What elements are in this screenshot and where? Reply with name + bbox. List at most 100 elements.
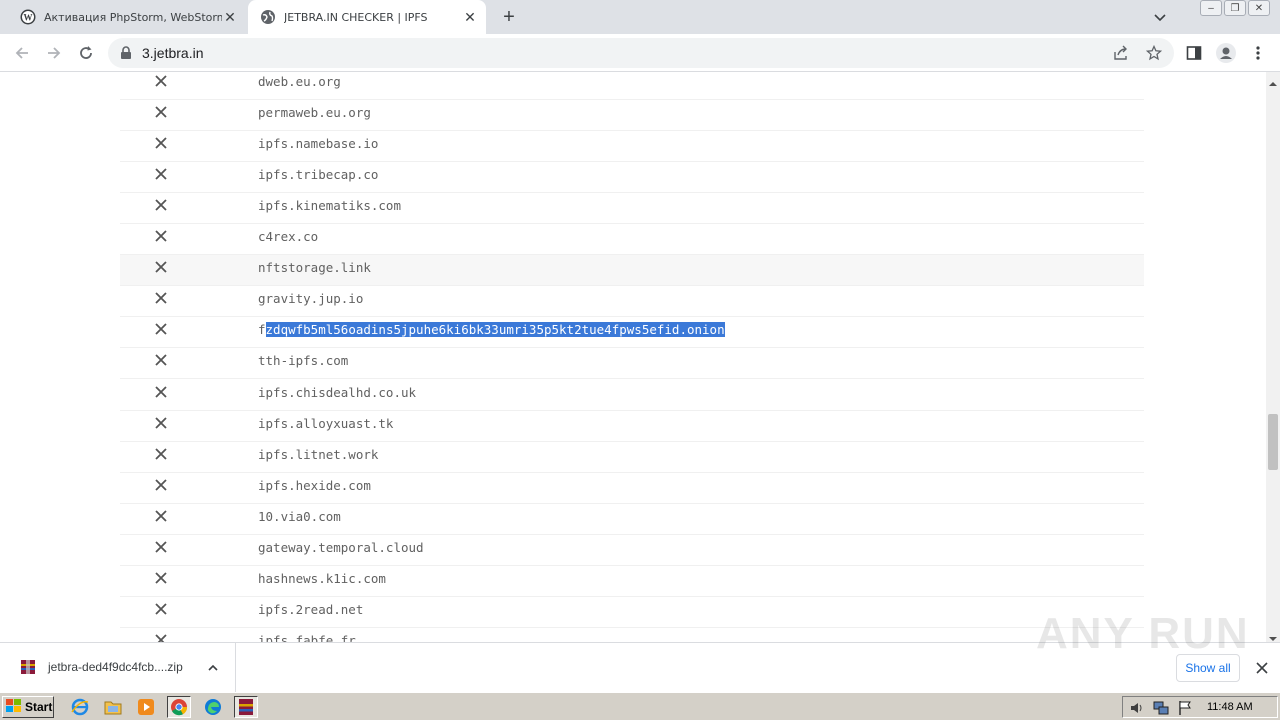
download-bar: ANY RUN jetbra-ded4f9dc4fcb....zip Show … [0,609,1280,693]
download-item[interactable]: jetbra-ded4f9dc4fcb....zip [0,643,236,693]
scroll-up-arrow-icon[interactable] [1269,75,1277,86]
host-name: 10.via0.com [258,508,341,524]
fail-x-icon [154,353,168,367]
chrome-icon[interactable] [167,696,191,718]
host-row: permaweb.eu.org [120,100,1144,132]
start-button[interactable]: Start [2,696,54,718]
forward-arrow-icon[interactable] [44,43,64,63]
host-row: ipfs.kinematiks.com [120,193,1144,225]
close-icon[interactable]: ✕ [222,9,238,25]
host-name: tth-ipfs.com [258,353,349,369]
internet-explorer-icon[interactable] [68,696,92,718]
host-name: gravity.jup.io [258,291,364,307]
page-content: dweb.eu.org permaweb.eu.org ipfs.namebase.… [0,72,1266,642]
tab-strip: W Активация PhpStorm, WebStorm, Intel ✕ … [0,0,1280,34]
url-text[interactable]: 3.jetbra.in [142,45,203,61]
host-row: ipfs.hexide.com [120,473,1144,504]
host-row: ipfs.chisdealhd.co.uk [120,380,1144,411]
fail-x-icon [154,571,168,585]
fail-x-icon [154,509,168,523]
host-name: nftstorage.link [258,260,371,276]
side-panel-icon[interactable] [1184,43,1204,63]
host-name: ipfs.fabfe.fr [258,632,356,642]
share-icon[interactable] [1113,45,1129,61]
action-center-flag-icon[interactable] [1177,700,1193,716]
volume-icon[interactable] [1129,700,1145,716]
winrar-icon[interactable] [234,696,258,718]
host-name: hashnews.k1ic.com [258,570,386,586]
host-row: nftstorage.link [120,255,1144,287]
close-icon[interactable]: ✕ [462,9,478,25]
tab-activation[interactable]: W Активация PhpStorm, WebStorm, Intel ✕ [8,0,246,34]
file-explorer-icon[interactable] [101,696,125,718]
start-label: Start [25,700,53,714]
bookmark-star-icon[interactable] [1145,44,1163,61]
show-all-button[interactable]: Show all [1176,654,1240,682]
windows-logo-icon [6,698,22,716]
fail-x-icon [154,416,168,430]
minimize-button[interactable]: – [1200,0,1222,16]
fail-x-icon [154,167,168,181]
network-icon[interactable] [1153,700,1169,716]
host-name: ipfs.hexide.com [258,477,371,493]
tab-jetbra-checker[interactable]: JETBRA.IN CHECKER | IPFS ✕ [248,0,486,34]
host-row: ipfs.fabfe.fr [120,628,1144,642]
fail-x-icon [154,322,168,336]
media-player-icon[interactable] [134,696,158,718]
close-download-bar-icon[interactable] [1254,660,1270,676]
clock: 11:48 AM [1207,701,1253,713]
vertical-scrollbar[interactable] [1266,72,1280,642]
host-name: c4rex.co [258,229,319,245]
windows-taskbar: Start 11:48 AM [0,692,1280,720]
host-name: ipfs.namebase.io [258,136,379,152]
host-name: ipfs.kinematiks.com [258,198,401,214]
host-row: ipfs.alloyxuast.tk [120,411,1144,442]
host-name-selected: fzdqwfb5ml56oadins5jpuhe6ki6bk33umri35p5… [258,322,725,338]
more-menu-icon[interactable] [1248,43,1268,63]
fail-x-icon [154,291,168,305]
host-row: gateway.temporal.cloud [120,535,1144,566]
restore-button[interactable]: ❐ [1224,0,1246,16]
system-tray: 11:48 AM [1122,696,1278,718]
host-row: ipfs.tribecap.co [120,162,1144,194]
globe-icon [260,9,276,25]
host-name-prefix: f [258,322,266,338]
scrollbar-thumb[interactable] [1268,414,1278,470]
wordpress-icon: W [20,9,36,25]
tab-title: JETBRA.IN CHECKER | IPFS [284,10,428,24]
watermark-logo: ANY RUN [1036,609,1250,658]
profile-avatar-icon[interactable] [1216,43,1236,63]
fail-x-icon [154,478,168,492]
fail-x-icon [154,229,168,243]
host-row: 10.via0.com [120,504,1144,535]
host-name: ipfs.alloyxuast.tk [258,415,394,431]
fail-x-icon [154,136,168,150]
scroll-down-arrow-icon[interactable] [1269,630,1277,641]
fail-x-icon [154,633,168,642]
host-row: hashnews.k1ic.com [120,566,1144,597]
new-tab-button[interactable]: + [498,7,520,27]
edge-icon[interactable] [201,696,225,718]
download-file-name: jetbra-ded4f9dc4fcb....zip [48,660,183,674]
browser-toolbar: 3.jetbra.in [0,34,1280,72]
host-row: tth-ipfs.com [120,348,1144,380]
window-close-button[interactable]: ✕ [1248,0,1270,16]
fail-x-icon [154,105,168,119]
host-name: dweb.eu.org [258,74,341,89]
host-row: dweb.eu.org [120,72,1144,100]
chevron-up-icon[interactable] [206,661,220,675]
winrar-archive-icon [20,659,36,675]
host-name: gateway.temporal.cloud [258,539,424,555]
host-name: ipfs.litnet.work [258,446,379,462]
fail-x-icon [154,74,168,88]
fail-x-icon [154,447,168,461]
text-selection: zdqwfb5ml56oadins5jpuhe6ki6bk33umri35p5k… [265,322,725,338]
fail-x-icon [154,602,168,616]
address-bar[interactable]: 3.jetbra.in [108,38,1174,68]
host-name: permaweb.eu.org [258,105,371,121]
reload-icon[interactable] [76,43,96,63]
back-arrow-icon[interactable] [12,43,32,63]
tab-search-chevron-icon[interactable] [1152,9,1168,25]
host-row: ipfs.namebase.io [120,131,1144,163]
lock-icon[interactable] [120,46,132,65]
